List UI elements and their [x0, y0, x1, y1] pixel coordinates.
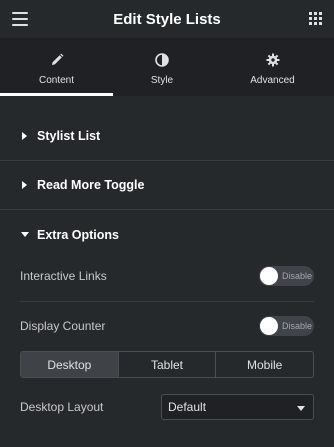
caret-right-icon — [21, 181, 29, 189]
gear-icon — [265, 52, 281, 68]
desktop-layout-select[interactable]: Default — [161, 394, 314, 420]
section-title: Extra Options — [37, 227, 119, 242]
device-switcher: Desktop Tablet Mobile — [20, 351, 314, 378]
grid-icon[interactable] — [309, 12, 322, 25]
toggle-knob — [260, 267, 278, 285]
display-counter-toggle[interactable]: Disable — [259, 316, 314, 336]
tab-advanced-label: Advanced — [250, 75, 295, 86]
display-counter-label: Display Counter — [20, 319, 106, 333]
pencil-icon — [49, 52, 65, 68]
tab-style[interactable]: Style — [113, 38, 211, 96]
caret-down-icon — [21, 231, 29, 239]
section-read-more-toggle[interactable]: Read More Toggle — [0, 161, 334, 210]
interactive-links-label: Interactive Links — [20, 269, 107, 283]
desktop-layout-row: Desktop Layout — [20, 394, 150, 420]
interactive-links-row: Interactive Links Disable — [20, 265, 314, 287]
contrast-icon — [154, 52, 170, 68]
toggle-state-text: Disable — [281, 271, 312, 281]
section-title: Stylist List — [37, 129, 101, 143]
toggle-state-text: Disable — [281, 321, 312, 331]
toggle-knob — [260, 317, 278, 335]
tab-content[interactable]: Content — [0, 38, 113, 96]
tab-content-label: Content — [38, 75, 75, 86]
device-tablet-button[interactable]: Tablet — [119, 352, 217, 377]
desktop-layout-label: Desktop Layout — [20, 400, 104, 414]
device-mobile-button[interactable]: Mobile — [216, 352, 313, 377]
interactive-links-toggle[interactable]: Disable — [259, 266, 314, 286]
panel-header: Edit Style Lists — [0, 0, 334, 38]
section-stylist-list[interactable]: Stylist List — [0, 112, 334, 161]
panel-tabs: Content Style Advanced — [0, 38, 334, 96]
divider — [20, 301, 314, 302]
section-title: Read More Toggle — [37, 178, 145, 192]
select-value: Default — [168, 400, 207, 414]
chevron-down-icon — [297, 398, 305, 416]
device-desktop-button[interactable]: Desktop — [21, 352, 119, 377]
page-title: Edit Style Lists — [113, 10, 221, 28]
tab-advanced[interactable]: Advanced — [211, 38, 334, 96]
tab-style-label: Style — [150, 75, 174, 86]
hamburger-icon[interactable] — [12, 12, 28, 26]
section-extra-options[interactable]: Extra Options — [0, 210, 334, 259]
caret-right-icon — [21, 132, 29, 140]
display-counter-row: Display Counter Disable — [20, 315, 314, 337]
